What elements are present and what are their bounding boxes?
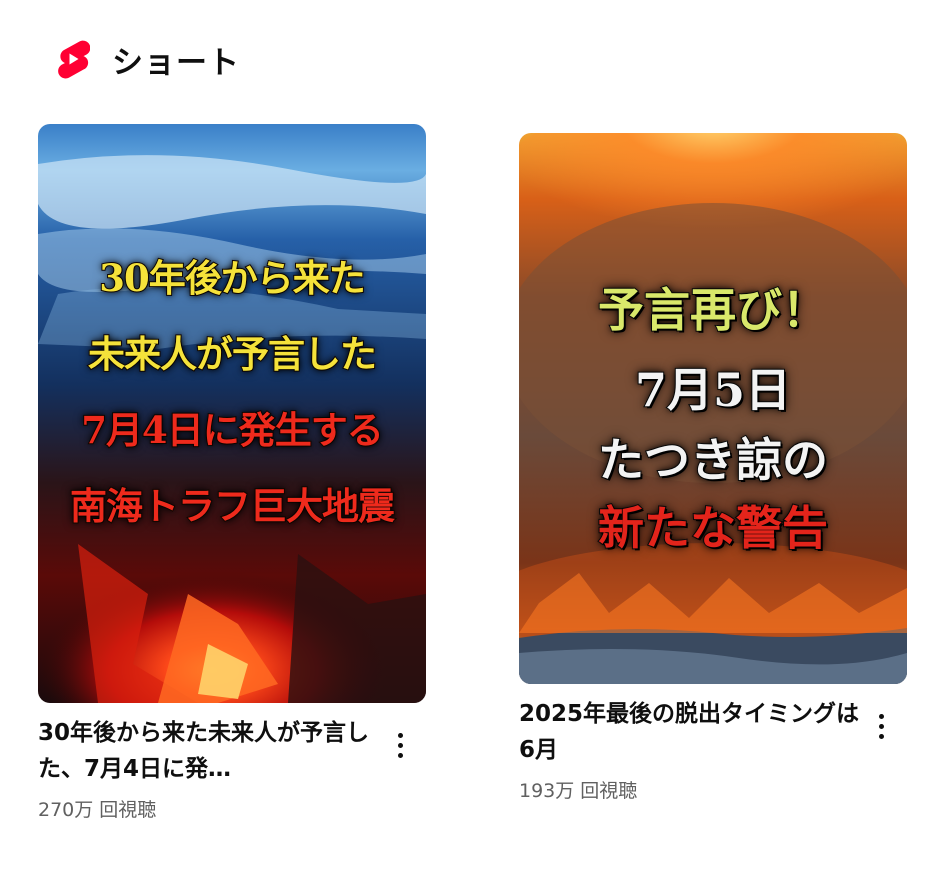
overlay-line: 30年後から来た [98, 256, 367, 300]
overlay-line: 7月4日に発生する [80, 408, 385, 452]
short-thumbnail[interactable]: 30年後から来た 未来人が予言した 7月4日に発生する 南海トラフ巨大地震 [38, 124, 426, 703]
short-meta: 2025年最後の脱出タイミングは6月 193万 回視聴 [519, 696, 907, 803]
section-title: ショート [112, 44, 240, 81]
short-title[interactable]: 30年後から来た未来人が予言した、7月4日に発… [38, 715, 386, 787]
more-vert-icon[interactable] [869, 706, 893, 746]
overlay-line: 予言再び！ [597, 283, 829, 337]
short-title[interactable]: 2025年最後の脱出タイミングは6月 [519, 696, 867, 768]
youtube-shorts-icon [58, 40, 90, 79]
overlay-line: 未来人が予言した [87, 332, 378, 376]
short-card[interactable]: 予言再び！ 7月5日 たつき諒の 新たな警告 2025年最後の脱出タイミングは6… [519, 133, 907, 803]
overlay-line: 新たな警告 [597, 501, 829, 555]
overlay-line: 南海トラフ巨大地震 [69, 484, 396, 528]
more-vert-icon[interactable] [388, 725, 412, 765]
overlay-line: たつき諒の [597, 433, 829, 487]
short-meta: 30年後から来た未来人が予言した、7月4日に発… 270万 回視聴 [38, 715, 426, 822]
overlay-line: 7月5日 [634, 363, 792, 417]
shorts-section-header: ショート [56, 36, 240, 82]
short-thumbnail[interactable]: 予言再び！ 7月5日 たつき諒の 新たな警告 [519, 133, 907, 684]
view-count: 270万 回視聴 [38, 799, 157, 821]
short-card[interactable]: 30年後から来た 未来人が予言した 7月4日に発生する 南海トラフ巨大地震 30… [38, 124, 426, 822]
view-count: 193万 回視聴 [519, 780, 638, 802]
